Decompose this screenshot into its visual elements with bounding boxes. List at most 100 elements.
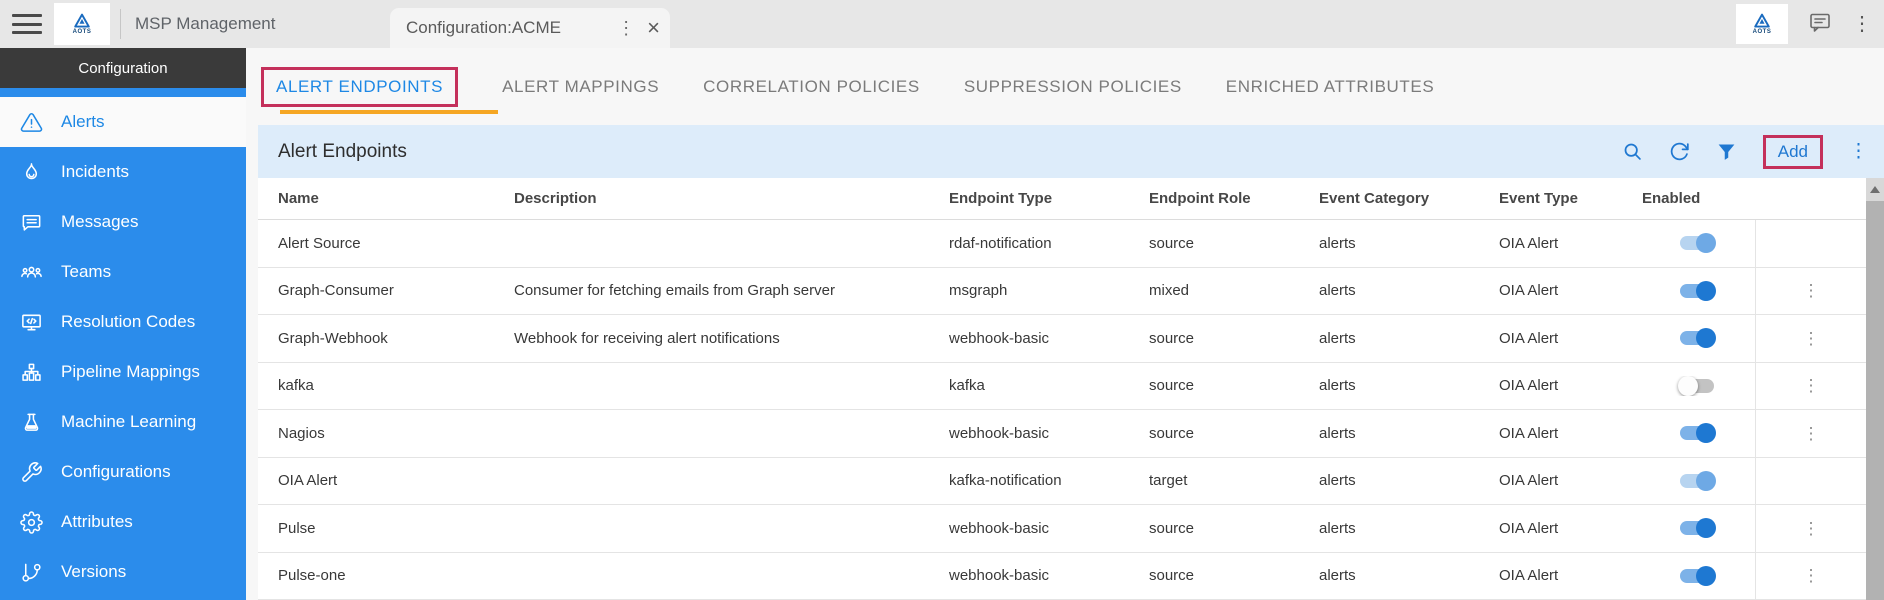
topbar-right-cluster: AOTS ⋮ [1736, 0, 1872, 48]
tab-alert-mappings[interactable]: ALERT MAPPINGS [502, 77, 659, 97]
tab-msp-management[interactable]: MSP Management [135, 14, 275, 34]
row-menu-icon[interactable]: ⋮ [1803, 330, 1820, 347]
enabled-toggle[interactable] [1678, 518, 1716, 538]
sidebar-item-label: Versions [61, 562, 126, 582]
cell-event-type: OIA Alert [1485, 377, 1628, 394]
enabled-toggle[interactable] [1678, 328, 1716, 348]
message-icon [20, 211, 43, 234]
row-menu-icon[interactable]: ⋮ [1803, 567, 1820, 584]
table-row: OIA Alert kafka-notification target aler… [258, 458, 1866, 506]
column-header-enabled: Enabled [1628, 190, 1755, 207]
panel-title: Alert Endpoints [278, 141, 407, 163]
cell-endpoint-role: source [1135, 425, 1305, 442]
tab-label: Configuration:ACME [406, 18, 617, 38]
column-header-event-category: Event Category [1305, 190, 1485, 207]
sidebar-item-messages[interactable]: Messages [0, 197, 246, 247]
main-content: ALERT ENDPOINTS ALERT MAPPINGS CORRELATI… [246, 48, 1884, 600]
menu-icon[interactable] [12, 14, 42, 34]
column-header-description: Description [500, 190, 935, 207]
gear-icon [20, 511, 43, 534]
tab-suppression-policies[interactable]: SUPPRESSION POLICIES [964, 77, 1182, 97]
logo-text: AOTS [1753, 29, 1772, 35]
tab-alert-endpoints[interactable]: ALERT ENDPOINTS [261, 67, 458, 107]
enabled-toggle[interactable] [1678, 566, 1716, 586]
search-icon[interactable] [1622, 141, 1643, 162]
sidebar-item-teams[interactable]: Teams [0, 247, 246, 297]
tab-close-icon[interactable]: × [647, 17, 660, 39]
row-menu-icon[interactable]: ⋮ [1803, 377, 1820, 394]
sidebar-item-label: Teams [61, 262, 111, 282]
cell-name: Alert Source [258, 235, 500, 252]
tab-correlation-policies[interactable]: CORRELATION POLICIES [703, 77, 920, 97]
cell-endpoint-type: kafka-notification [935, 472, 1135, 489]
cell-event-category: alerts [1305, 377, 1485, 394]
scroll-up-icon[interactable] [1866, 178, 1884, 200]
filter-icon[interactable] [1716, 141, 1737, 162]
git-branch-icon [20, 561, 43, 584]
column-header-name: Name [258, 190, 500, 207]
wrench-icon [20, 461, 43, 484]
tab-configuration-acme[interactable]: Configuration:ACME ⋮ × [390, 8, 670, 48]
row-menu-icon[interactable]: ⋮ [1803, 520, 1820, 537]
cell-event-category: alerts [1305, 235, 1485, 252]
sidebar-item-label: Messages [61, 212, 138, 232]
sidebar-item-attributes[interactable]: Attributes [0, 497, 246, 547]
header-logo[interactable]: AOTS [1736, 4, 1788, 44]
cell-description: Consumer for fetching emails from Graph … [500, 282, 935, 299]
row-menu-icon[interactable]: ⋮ [1803, 425, 1820, 442]
enabled-toggle[interactable] [1678, 423, 1716, 443]
enabled-toggle[interactable] [1678, 376, 1716, 396]
toolbar-actions: Add ⋮ [1622, 135, 1868, 169]
monitor-code-icon [20, 311, 43, 334]
enabled-toggle[interactable] [1678, 281, 1716, 301]
cell-event-category: alerts [1305, 282, 1485, 299]
cell-endpoint-type: webhook-basic [935, 330, 1135, 347]
toolbar-menu-icon[interactable]: ⋮ [1849, 142, 1868, 161]
sidebar-item-versions[interactable]: Versions [0, 547, 246, 597]
people-icon [20, 261, 43, 284]
sidebar-item-label: Machine Learning [61, 412, 196, 432]
sidebar-item-resolution-codes[interactable]: Resolution Codes [0, 297, 246, 347]
table-row: Nagios webhook-basic source alerts OIA A… [258, 410, 1866, 458]
logo-triangle-icon [72, 13, 92, 29]
add-button[interactable]: Add [1763, 135, 1823, 169]
tab-enriched-attributes[interactable]: ENRICHED ATTRIBUTES [1226, 77, 1435, 97]
header-menu-icon[interactable]: ⋮ [1852, 14, 1872, 34]
row-menu-icon[interactable]: ⋮ [1803, 282, 1820, 299]
cell-endpoint-role: source [1135, 567, 1305, 584]
sidebar-item-configurations[interactable]: Configurations [0, 447, 246, 497]
top-bar: AOTS MSP Management Configuration:ACME ⋮… [0, 0, 1884, 48]
cell-event-category: alerts [1305, 425, 1485, 442]
table-row: Alert Source rdaf-notification source al… [258, 220, 1866, 268]
refresh-icon[interactable] [1669, 141, 1690, 162]
enabled-toggle[interactable] [1678, 233, 1716, 253]
cell-name: kafka [258, 377, 500, 394]
table-row: Graph-Consumer Consumer for fetching ema… [258, 268, 1866, 316]
cell-endpoint-role: target [1135, 472, 1305, 489]
enabled-toggle[interactable] [1678, 471, 1716, 491]
sidebar-item-alerts[interactable]: Alerts [0, 97, 246, 147]
cell-event-type: OIA Alert [1485, 282, 1628, 299]
logo-text: AOTS [73, 29, 92, 35]
cell-event-type: OIA Alert [1485, 235, 1628, 252]
cell-name: Graph-Webhook [258, 330, 500, 347]
scrollbar-thumb[interactable] [1866, 201, 1884, 600]
app-logo: AOTS [54, 3, 110, 45]
table-scrollbar[interactable] [1866, 178, 1884, 600]
sidebar-item-label: Alerts [61, 112, 104, 132]
cell-event-type: OIA Alert [1485, 520, 1628, 537]
alert-endpoints-panel: Alert Endpoints Add ⋮ Name Description E… [258, 125, 1884, 600]
cell-endpoint-type: webhook-basic [935, 567, 1135, 584]
flask-icon [20, 411, 43, 434]
cell-endpoint-type: webhook-basic [935, 520, 1135, 537]
sidebar-item-incidents[interactable]: Incidents [0, 147, 246, 197]
table-row: kafka kafka source alerts OIA Alert ⋮ [258, 363, 1866, 411]
sidebar-item-pipeline-mappings[interactable]: Pipeline Mappings [0, 347, 246, 397]
cell-name: Graph-Consumer [258, 282, 500, 299]
cell-endpoint-role: source [1135, 235, 1305, 252]
sidebar-item-machine-learning[interactable]: Machine Learning [0, 397, 246, 447]
tab-menu-icon[interactable]: ⋮ [617, 19, 635, 37]
chat-icon[interactable] [1808, 10, 1832, 39]
flame-icon [20, 161, 43, 184]
cell-event-category: alerts [1305, 330, 1485, 347]
